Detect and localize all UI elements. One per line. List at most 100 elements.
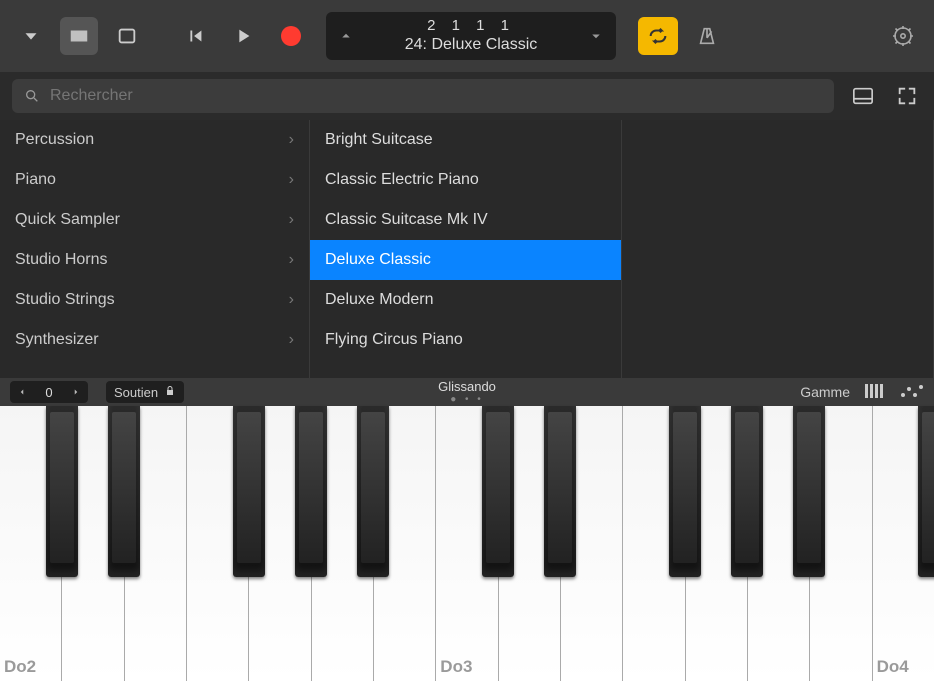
gear-icon (891, 24, 915, 48)
expand-icon (896, 85, 918, 107)
cycle-icon (647, 25, 669, 47)
preset-row-selected[interactable]: Deluxe Classic (310, 240, 621, 280)
search-row (0, 72, 934, 120)
top-toolbar: 2 1 1 1 24: Deluxe Classic (0, 0, 934, 72)
preset-row[interactable]: Flying Circus Piano (310, 320, 621, 360)
piano-black-key[interactable] (544, 406, 576, 577)
preset-label: Classic Suitcase Mk IV (325, 211, 488, 229)
play-icon (232, 25, 254, 47)
piano-black-key[interactable] (46, 406, 78, 577)
piano-keyboard[interactable]: Do2 Do3 Do4 (0, 406, 934, 681)
lcd-display: 2 1 1 1 24: Deluxe Classic (326, 12, 616, 60)
chevron-up-icon (337, 27, 355, 45)
settings-button[interactable] (884, 17, 922, 55)
sound-browser: Percussion› Piano› Quick Sampler› Studio… (0, 120, 934, 378)
chevron-right-icon: › (289, 251, 294, 269)
category-row[interactable]: Piano › (0, 160, 309, 200)
preset-row[interactable]: Deluxe Modern (310, 280, 621, 320)
keyboard-bars-icon (864, 383, 886, 399)
category-row[interactable]: Studio Strings › (0, 280, 309, 320)
preset-label: Classic Electric Piano (325, 171, 479, 189)
display-next-button[interactable] (576, 12, 616, 60)
scale-button[interactable]: Gamme (800, 384, 850, 400)
chevron-left-icon (17, 387, 27, 397)
preset-column[interactable]: Bright Suitcase Classic Electric Piano C… (310, 120, 622, 378)
play-button[interactable] (224, 17, 262, 55)
metronome-button[interactable] (688, 17, 726, 55)
record-icon (281, 26, 301, 46)
piano-black-key[interactable] (669, 406, 701, 577)
preset-label: Deluxe Classic (325, 251, 431, 269)
search-input[interactable] (50, 87, 822, 105)
arpeggio-icon (900, 384, 924, 398)
lock-icon (164, 385, 176, 400)
keyboard-controls-strip: 0 Soutien Glissando ● • • Gamme (0, 378, 934, 406)
display-prev-button[interactable] (326, 12, 366, 60)
category-label: Percussion (15, 131, 94, 149)
key-label: Do4 (877, 657, 909, 677)
sustain-label: Soutien (114, 385, 158, 400)
piano-black-key[interactable] (482, 406, 514, 577)
preset-label: Bright Suitcase (325, 131, 433, 149)
keyboard-mode-selector[interactable]: Glissando ● • • (438, 379, 496, 405)
piano-black-key[interactable] (108, 406, 140, 577)
window-icon (116, 25, 138, 47)
category-label: Studio Strings (15, 291, 115, 309)
piano-black-key[interactable] (357, 406, 389, 577)
category-label: Piano (15, 171, 56, 189)
chevron-right-icon: › (289, 291, 294, 309)
preset-row[interactable]: Bright Suitcase (310, 120, 621, 160)
preset-column-3[interactable] (622, 120, 934, 378)
category-row[interactable]: Synthesizer › (0, 320, 309, 360)
preset-row[interactable]: Classic Suitcase Mk IV (310, 200, 621, 240)
piano-black-key[interactable] (233, 406, 265, 577)
category-label: Quick Sampler (15, 211, 120, 229)
display-center[interactable]: 2 1 1 1 24: Deluxe Classic (366, 17, 576, 54)
key-label: Do2 (4, 657, 36, 677)
menu-dropdown-button[interactable] (12, 17, 50, 55)
octave-value: 0 (34, 385, 64, 400)
triangle-down-icon (20, 25, 42, 47)
keyboard-mode-label: Glissando (438, 379, 496, 394)
chevron-down-icon (587, 27, 605, 45)
display-position: 2 1 1 1 (366, 17, 576, 35)
octave-down-button[interactable] (10, 381, 34, 403)
chevron-right-icon (71, 387, 81, 397)
compact-view-button[interactable] (848, 81, 878, 111)
category-row[interactable]: Percussion› (0, 120, 309, 160)
cycle-button[interactable] (638, 17, 678, 55)
octave-stepper: 0 (10, 381, 88, 403)
piano-black-key[interactable] (918, 406, 934, 577)
search-box[interactable] (12, 79, 834, 113)
record-button[interactable] (272, 17, 310, 55)
category-label: Studio Horns (15, 251, 108, 269)
category-row[interactable]: Studio Horns › (0, 240, 309, 280)
go-to-start-button[interactable] (176, 17, 214, 55)
library-button[interactable] (60, 17, 98, 55)
chevron-right-icon: › (289, 211, 294, 229)
category-column[interactable]: Percussion› Piano› Quick Sampler› Studio… (0, 120, 310, 378)
chevron-right-icon: › (289, 331, 294, 349)
category-label: Synthesizer (15, 331, 99, 349)
metronome-icon (696, 25, 718, 47)
panel-icon (852, 86, 874, 106)
octave-up-button[interactable] (64, 381, 88, 403)
skip-back-icon (184, 25, 206, 47)
arpeggiator-button[interactable] (900, 384, 924, 401)
view-button[interactable] (108, 17, 146, 55)
category-row[interactable]: Quick Sampler › (0, 200, 309, 240)
chevron-right-icon: › (289, 171, 294, 189)
inbox-icon (68, 25, 90, 47)
search-icon (24, 88, 40, 104)
keyboard-layout-button[interactable] (864, 383, 886, 402)
piano-black-key[interactable] (793, 406, 825, 577)
black-keys (0, 406, 934, 577)
page-dots: ● • • (438, 394, 496, 405)
display-patch-name: 24: Deluxe Classic (366, 35, 576, 54)
piano-black-key[interactable] (731, 406, 763, 577)
piano-black-key[interactable] (295, 406, 327, 577)
sustain-button[interactable]: Soutien (106, 381, 184, 403)
preset-label: Flying Circus Piano (325, 331, 463, 349)
preset-row[interactable]: Classic Electric Piano (310, 160, 621, 200)
fullscreen-button[interactable] (892, 81, 922, 111)
